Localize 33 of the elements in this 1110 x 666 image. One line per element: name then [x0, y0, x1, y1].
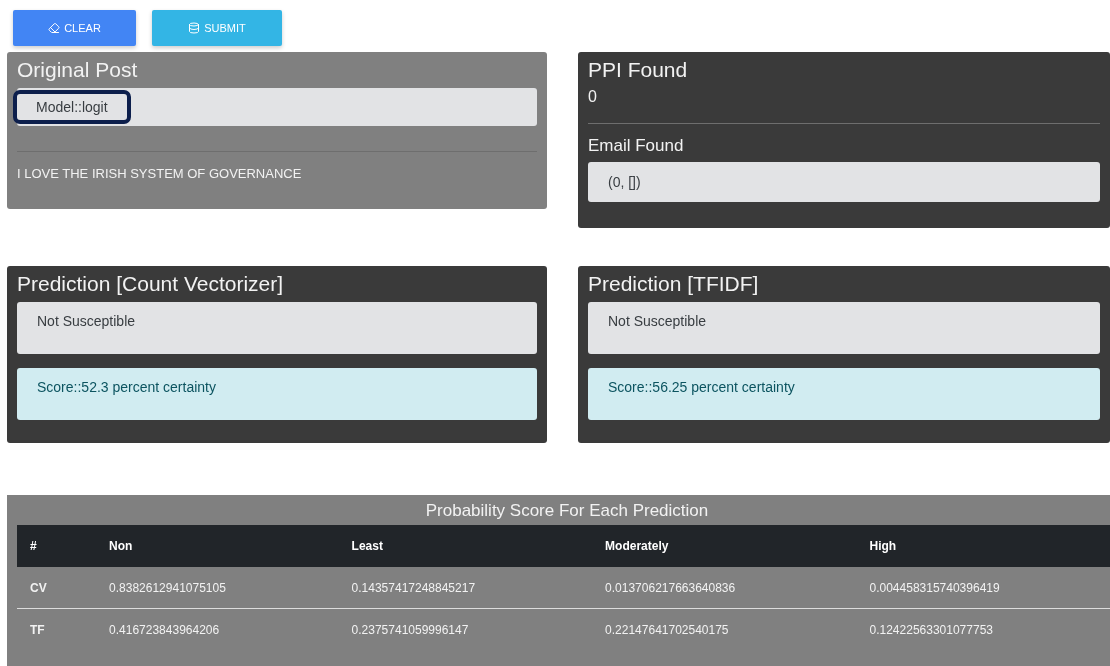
table-cell: 0.013706217663640836	[592, 567, 857, 609]
table-cell: 0.8382612941075105	[96, 567, 339, 609]
table-cell: 0.2375741059996147	[338, 608, 593, 650]
prediction-label: Not Susceptible	[17, 302, 537, 354]
card-title: Prediction [TFIDF]	[588, 272, 760, 296]
column-header: High	[856, 525, 1110, 567]
ppi-value: 0	[588, 88, 598, 106]
row-header: CV	[17, 567, 97, 609]
email-title: Email Found	[588, 136, 685, 156]
score-alert: Score::52.3 percent certainty	[17, 368, 537, 420]
table-cell: 0.22147641702540175	[592, 608, 857, 650]
card-title: Prediction [Count Vectorizer]	[17, 272, 285, 296]
email-value: (0, [])	[588, 162, 1100, 202]
column-header: #	[17, 525, 97, 567]
table-cell: 0.14357417248845217	[338, 567, 593, 609]
submit-button[interactable]: SUBMIT	[152, 10, 282, 46]
eraser-icon	[48, 22, 61, 34]
column-header: Least	[338, 525, 593, 567]
prediction-label: Not Susceptible	[588, 302, 1100, 354]
table-cell: 0.416723843964206	[96, 608, 339, 650]
column-header: Moderately	[592, 525, 857, 567]
table-cell: 0.12422563301077753	[856, 608, 1110, 650]
model-label: Model::logit	[13, 90, 131, 124]
table-title: Probability Score For Each Prediction	[424, 500, 710, 522]
row-header: TF	[17, 608, 97, 650]
post-text: I LOVE THE IRISH SYSTEM OF GOVERNANCE	[17, 166, 303, 181]
table-cell: 0.004458315740396419	[856, 567, 1110, 609]
column-header: Non	[96, 525, 339, 567]
database-icon	[188, 22, 201, 34]
clear-button[interactable]: CLEAR	[13, 10, 136, 46]
card-title: PPI Found	[588, 58, 689, 82]
score-alert: Score::56.25 percent certainty	[588, 368, 1100, 420]
card-title: Original Post	[17, 58, 139, 82]
